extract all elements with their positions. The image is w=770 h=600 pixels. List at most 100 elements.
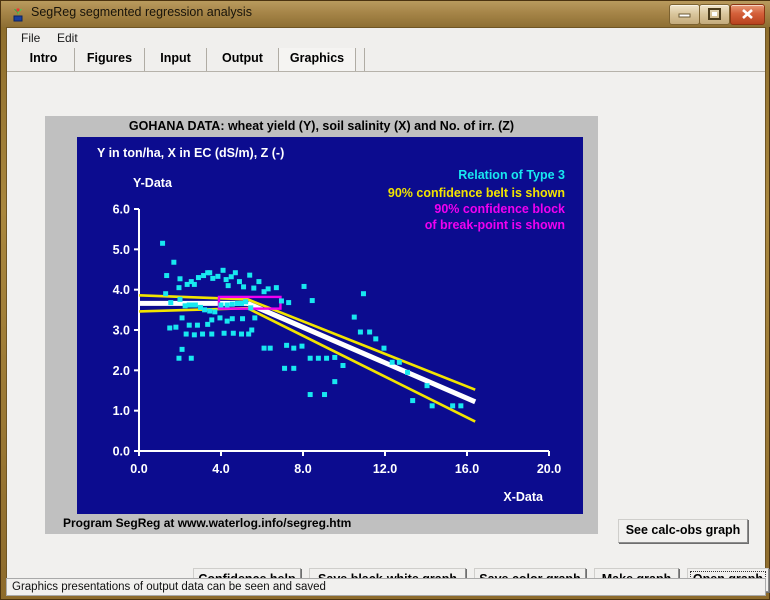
application-window: SegReg segmented regression analysis Fil…: [0, 0, 770, 600]
x-axis-label: X-Data: [503, 490, 544, 504]
data-point: [265, 286, 271, 292]
x-tick-label: 20.0: [537, 462, 561, 476]
data-point: [194, 322, 200, 328]
menu-item-edit[interactable]: Edit: [51, 30, 84, 46]
window-title: SegReg segmented regression analysis: [31, 5, 252, 19]
data-point: [223, 277, 229, 283]
data-point: [389, 359, 395, 365]
data-point: [168, 300, 174, 306]
chart-annotation-2: 90% confidence block: [434, 202, 565, 216]
tab-input[interactable]: Input: [145, 48, 207, 71]
tab-strip: Intro Figures Input Output Graphics: [7, 47, 765, 72]
tab-graphics[interactable]: Graphics: [279, 48, 356, 71]
see-calc-obs-graph-button[interactable]: See calc-obs graph: [618, 519, 748, 543]
status-text: Graphics presentations of output data ca…: [12, 581, 326, 593]
y-tick-label: 3.0: [113, 324, 130, 338]
menu-item-file[interactable]: File: [15, 30, 46, 46]
data-point: [217, 315, 223, 321]
data-point: [205, 321, 211, 327]
data-point: [307, 355, 313, 361]
data-point: [332, 379, 338, 385]
data-point: [218, 302, 224, 308]
close-icon[interactable]: [730, 4, 765, 25]
graph-footer: Program SegReg at www.waterlog.info/segr…: [63, 516, 352, 530]
minimize-icon[interactable]: [669, 4, 700, 25]
data-point: [261, 345, 267, 351]
maximize-icon[interactable]: [699, 4, 730, 25]
data-point: [405, 369, 411, 375]
data-point: [424, 383, 430, 389]
data-point: [163, 291, 169, 297]
data-point: [229, 301, 235, 307]
data-point: [221, 330, 227, 336]
data-point: [215, 273, 221, 279]
chart-subtitle: Y in ton/ha, X in EC (dS/m), Z (-): [97, 146, 284, 160]
data-point: [195, 275, 201, 281]
chart-annotation-3: of break-point is shown: [425, 218, 565, 232]
chart-annotation-0: Relation of Type 3: [458, 168, 565, 182]
data-point: [241, 284, 247, 290]
y-axis-label: Y-Data: [133, 176, 173, 190]
data-point: [396, 359, 402, 365]
x-tick-label: 12.0: [373, 462, 397, 476]
menu-bar: File Edit: [7, 28, 765, 48]
scatter-chart: Y in ton/ha, X in EC (dS/m), Z (-) Y-Data…: [97, 146, 565, 504]
y-tick-label: 5.0: [113, 243, 130, 257]
data-point: [246, 331, 252, 337]
data-point: [177, 276, 183, 282]
data-point: [183, 331, 189, 337]
data-point: [210, 275, 216, 281]
data-point: [240, 316, 246, 322]
tab-output[interactable]: Output: [207, 48, 279, 71]
x-tick-label: 0.0: [130, 462, 147, 476]
data-point: [207, 270, 213, 276]
data-point: [209, 331, 215, 337]
data-point: [381, 345, 387, 351]
data-point: [232, 270, 238, 276]
y-tick-label: 0.0: [113, 445, 130, 459]
data-point: [188, 355, 194, 361]
data-point: [367, 329, 373, 335]
data-point: [322, 392, 328, 398]
graph-panel: GOHANA DATA: wheat yield (Y), soil salin…: [45, 116, 598, 534]
tab-intro[interactable]: Intro: [13, 48, 75, 71]
data-point: [278, 298, 284, 304]
data-point: [184, 281, 190, 287]
data-point: [267, 345, 273, 351]
data-point: [224, 302, 230, 308]
data-point: [167, 325, 173, 331]
data-point: [186, 322, 192, 328]
plant-icon: [10, 6, 26, 22]
data-point: [340, 362, 346, 368]
plot-area: Y in ton/ha, X in EC (dS/m), Z (-) Y-Data…: [77, 137, 583, 514]
data-point: [220, 267, 226, 273]
data-point: [251, 285, 257, 291]
data-point: [286, 300, 292, 306]
data-point: [225, 283, 231, 289]
data-point: [357, 329, 363, 335]
x-tick-label: 4.0: [212, 462, 229, 476]
data-point: [247, 272, 253, 278]
data-point: [273, 285, 279, 291]
data-point: [315, 355, 321, 361]
y-tick-label: 4.0: [113, 283, 130, 297]
data-point: [429, 403, 435, 409]
y-tick-label: 2.0: [113, 364, 130, 378]
data-point: [191, 332, 197, 338]
data-point: [191, 281, 197, 287]
data-point: [324, 355, 330, 361]
data-point: [230, 330, 236, 336]
data-point: [291, 345, 297, 351]
data-point: [160, 240, 166, 246]
data-point: [309, 298, 315, 304]
chart-annotation-1: 90% confidence belt is shown: [388, 186, 565, 200]
axis-lines: [138, 209, 549, 452]
data-point: [410, 398, 416, 404]
data-point: [229, 316, 235, 322]
y-tick-label: 1.0: [113, 404, 130, 418]
tab-figures[interactable]: Figures: [75, 48, 145, 71]
data-point: [192, 302, 198, 308]
data-point: [307, 392, 313, 398]
data-point: [291, 365, 297, 371]
data-point: [243, 299, 249, 305]
